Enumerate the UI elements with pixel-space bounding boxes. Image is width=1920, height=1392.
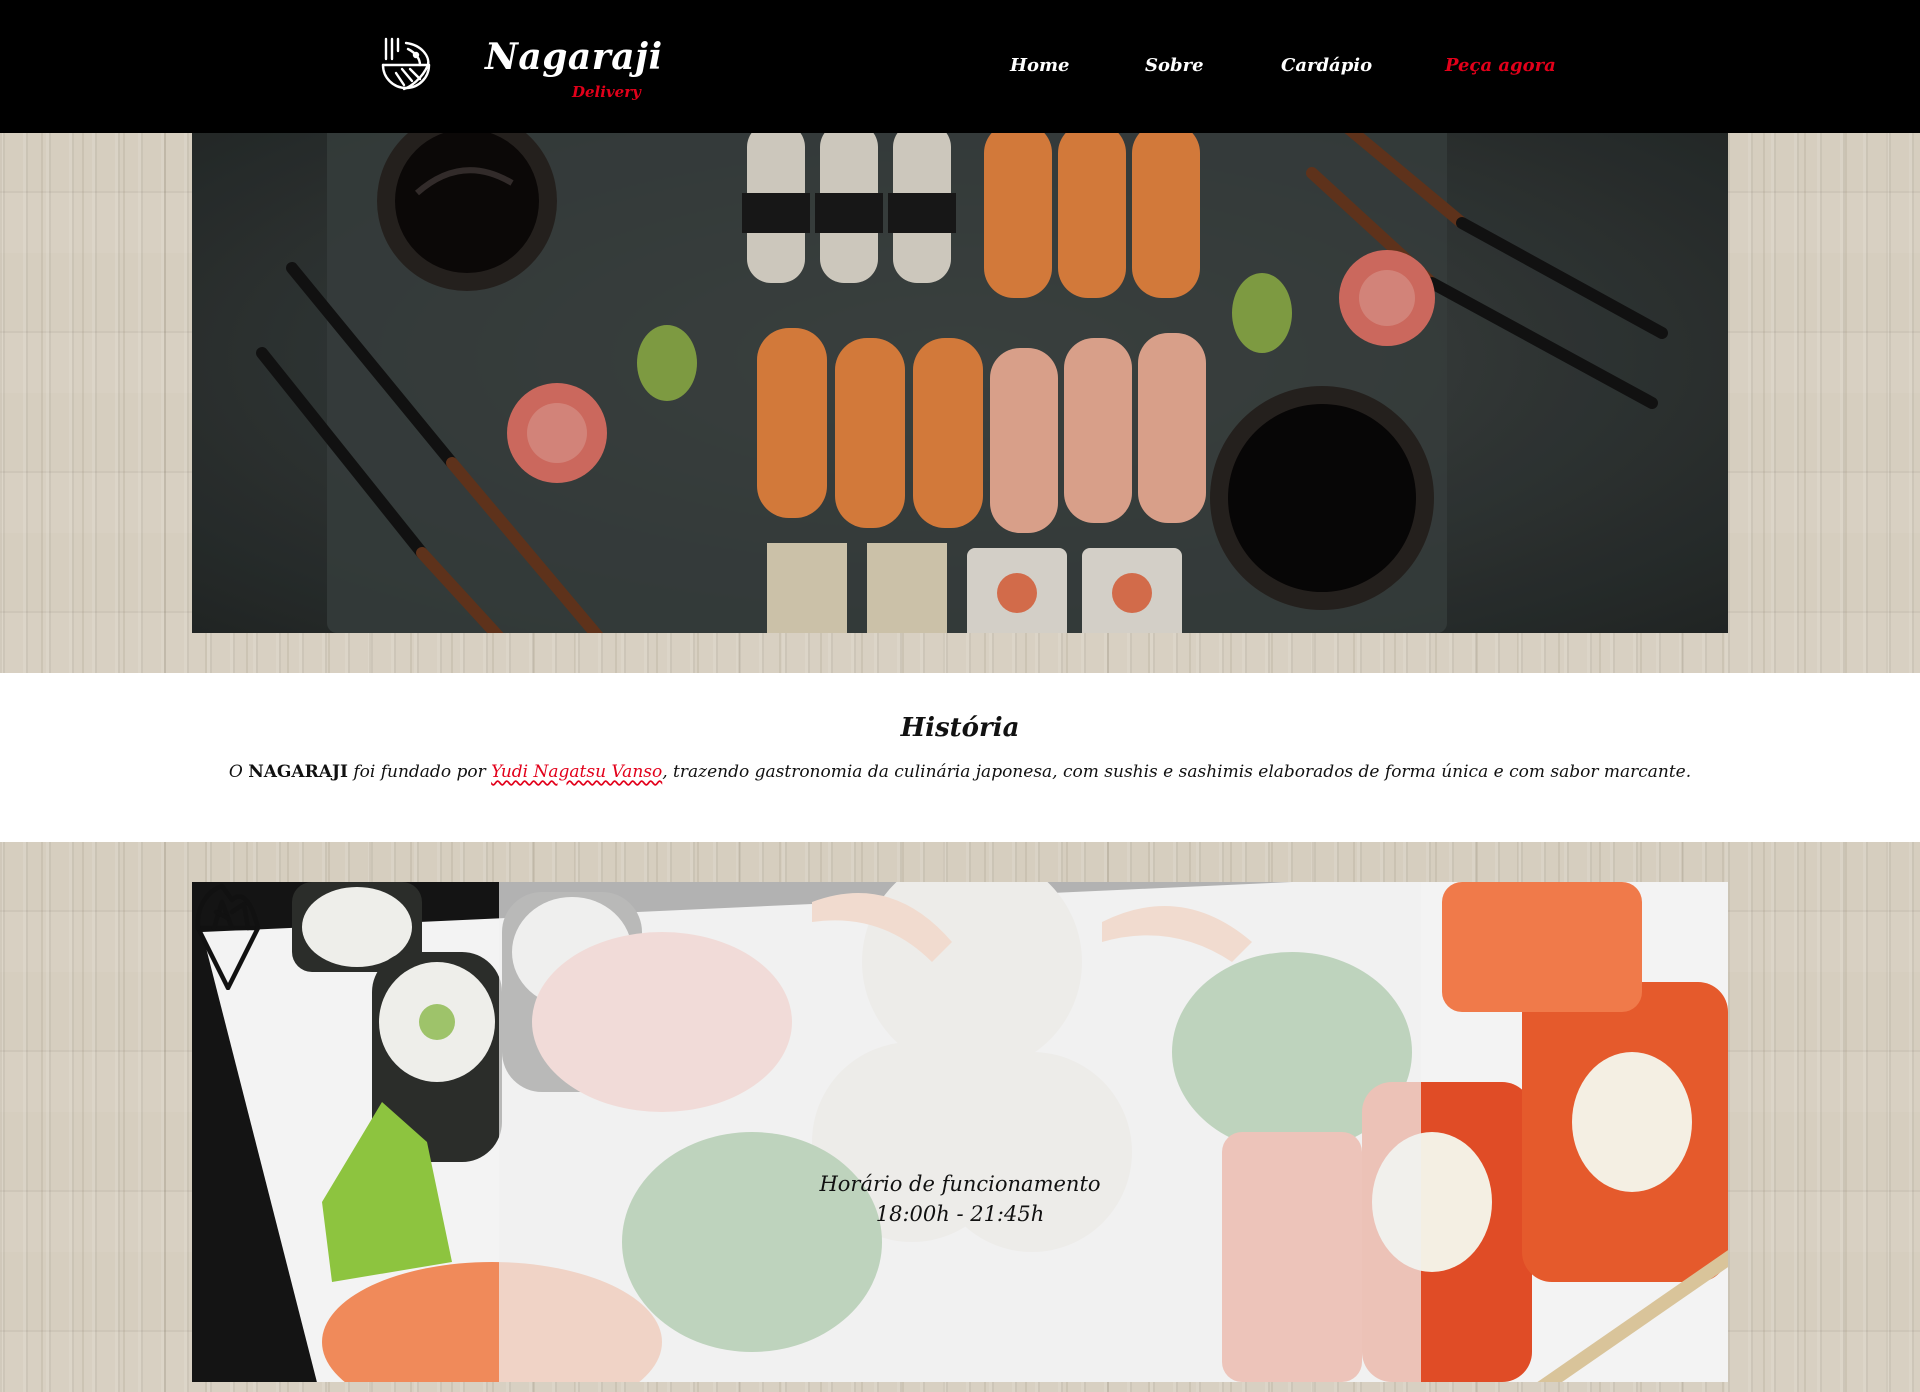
fish-logo-icon[interactable]	[378, 35, 434, 97]
founder-name-link[interactable]: Yudi Nagatsu Vanso	[491, 762, 662, 782]
hours-value: 18:00h - 21:45h	[875, 1202, 1045, 1226]
site-header: Nagaraji Delivery Home Sobre Cardápio Pe…	[0, 0, 1920, 133]
history-text-middle: foi fundado por	[353, 762, 486, 782]
nav-home[interactable]: Home	[1010, 55, 1070, 76]
brand-subtitle: Delivery	[572, 83, 641, 101]
nav-cardapio[interactable]: Cardápio	[1281, 55, 1372, 76]
brand-name[interactable]: Nagaraji	[485, 36, 663, 78]
sushi-cone-icon	[195, 883, 261, 990]
hero-sushi-image	[192, 133, 1728, 633]
nav-order-now[interactable]: Peça agora	[1445, 55, 1556, 76]
history-text-suffix: , trazendo gastronomia da culinária japo…	[662, 762, 1692, 782]
history-section: História O NAGARAJI foi fundado por Yudi…	[0, 673, 1920, 842]
history-text-prefix: O	[228, 762, 243, 782]
history-brand: NAGARAJI	[248, 762, 348, 782]
opening-hours-panel: Horário de funcionamento 18:00h - 21:45h	[192, 882, 1728, 1382]
history-text: O NAGARAJI foi fundado por Yudi Nagatsu …	[0, 762, 1920, 782]
nav-sobre[interactable]: Sobre	[1145, 55, 1204, 76]
history-title: História	[900, 713, 1020, 743]
hours-label: Horário de funcionamento	[819, 1172, 1101, 1196]
hours-overlay	[499, 882, 1421, 1382]
